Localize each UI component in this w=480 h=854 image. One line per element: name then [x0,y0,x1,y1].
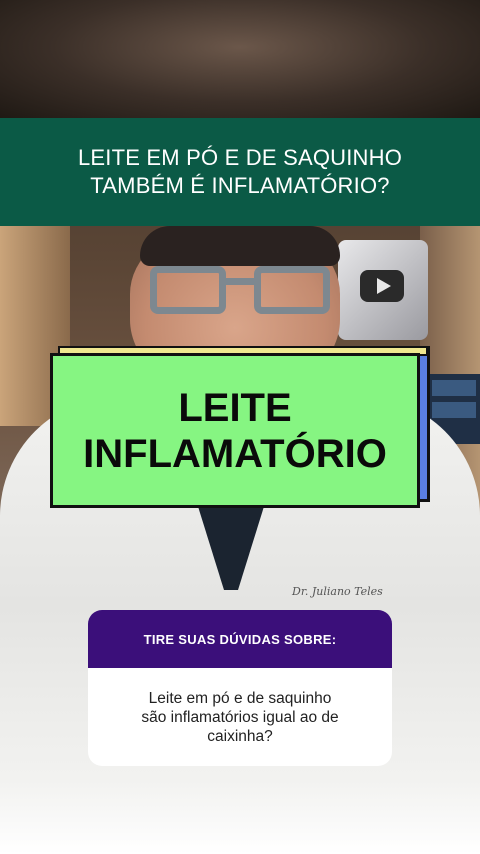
title-line-2: TAMBÉM É INFLAMATÓRIO? [90,173,390,198]
callout-box: LEITE INFLAMATÓRIO [50,353,420,508]
question-line-1: Leite em pó e de saquinho [148,689,332,707]
coat-embroidery: Dr. Juliano Teles [292,585,383,598]
question-card-body: Leite em pó e de saquinho são inflamatór… [88,668,392,766]
person-hair [140,226,340,266]
question-card-header-text: TIRE SUAS DÚVIDAS SOBRE: [143,631,337,647]
bottom-fade [0,780,480,854]
youtube-play-icon [360,270,404,302]
title-line-1: LEITE EM PÓ E DE SAQUINHO [77,145,403,170]
question-line-3: caixinha? [207,727,273,745]
question-line-2: são inflamatórios igual ao de [141,708,339,726]
title-banner: LEITE EM PÓ E DE SAQUINHO TAMBÉM É INFLA… [0,118,480,226]
glasses [150,266,330,316]
play-button-plaque [338,240,428,340]
callout-line-2: INFLAMATÓRIO [83,431,387,476]
callout-line-1: LEITE [178,385,292,430]
question-card-header: TIRE SUAS DÚVIDAS SOBRE: [88,610,392,668]
blurred-top-area [0,0,480,118]
question-card: TIRE SUAS DÚVIDAS SOBRE: Leite em pó e d… [88,610,392,766]
